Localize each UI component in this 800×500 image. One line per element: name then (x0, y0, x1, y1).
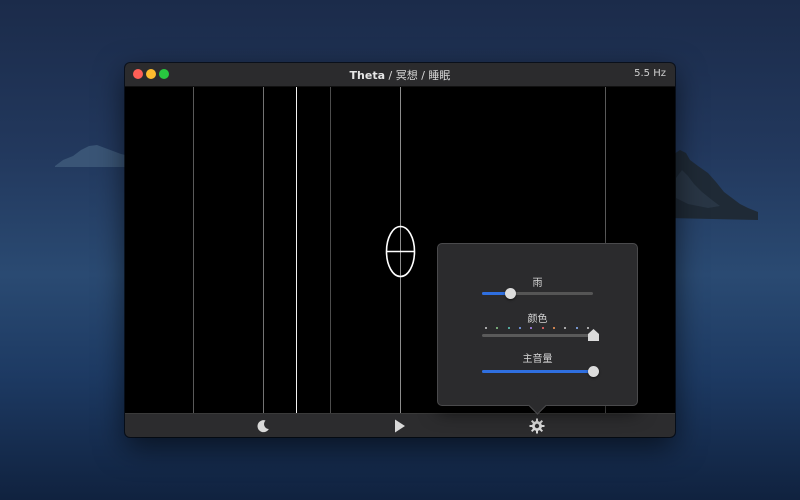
window-title-tags: / 冥想 / 睡眠 (385, 69, 451, 82)
center-oval-icon (385, 225, 416, 278)
wave-line (296, 87, 297, 413)
rain-slider-knob[interactable] (505, 288, 516, 299)
settings-popover: 雨 颜色 主音量 (437, 243, 638, 415)
color-tick (496, 327, 499, 329)
moon-icon[interactable] (255, 418, 271, 434)
wave-line (193, 87, 194, 413)
wave-line (263, 87, 264, 413)
rain-slider[interactable] (482, 288, 593, 299)
color-tick (507, 327, 510, 329)
color-tick (564, 327, 567, 329)
play-icon[interactable] (392, 418, 408, 434)
master-volume-fill (482, 370, 593, 373)
color-slider-ticks (485, 327, 589, 330)
title-bar[interactable]: Theta / 冥想 / 睡眠 5.5 Hz (125, 63, 675, 87)
frequency-readout: 5.5 Hz (634, 68, 666, 79)
rain-label: 雨 (532, 278, 543, 289)
master-volume-knob[interactable] (588, 366, 599, 377)
color-tick (485, 327, 487, 329)
bottom-toolbar (125, 413, 675, 437)
color-tick (552, 327, 555, 329)
island-left (55, 145, 130, 167)
master-volume-label: 主音量 (522, 354, 553, 365)
color-label: 颜色 (527, 314, 548, 325)
wave-line (330, 87, 331, 413)
color-tick (541, 327, 544, 329)
window-title-mode: Theta (349, 69, 386, 82)
master-volume-slider[interactable] (482, 366, 599, 377)
gear-icon[interactable] (529, 418, 545, 434)
color-slider[interactable] (482, 329, 599, 341)
color-tick (530, 327, 533, 329)
window-title: Theta / 冥想 / 睡眠 (125, 67, 675, 83)
island-right (668, 150, 758, 220)
color-tick (575, 327, 578, 329)
color-tick (518, 327, 521, 329)
